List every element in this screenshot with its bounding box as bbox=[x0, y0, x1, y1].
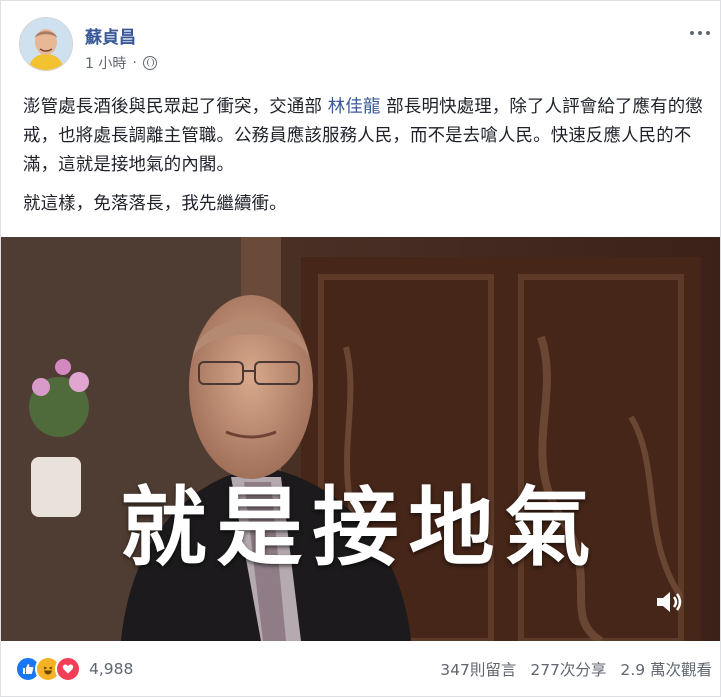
dot bbox=[706, 31, 710, 35]
meta-separator: · bbox=[132, 55, 137, 71]
author-avatar[interactable] bbox=[19, 17, 73, 71]
views-count[interactable]: 2.9 萬次觀看 bbox=[620, 658, 712, 680]
post-header: 蘇貞昌 1 小時 · bbox=[13, 11, 710, 75]
love-icon bbox=[55, 656, 81, 682]
dot bbox=[698, 31, 702, 35]
dot bbox=[690, 31, 694, 35]
paragraph-2: 就這樣，免落落長，我先繼續衝。 bbox=[23, 194, 287, 214]
speaker-icon[interactable] bbox=[652, 585, 686, 619]
video-player[interactable] bbox=[1, 237, 720, 641]
post-time[interactable]: 1 小時 bbox=[85, 53, 126, 73]
video-caption: 就是接地氣 bbox=[120, 478, 601, 578]
mention-link[interactable]: 林佳龍 bbox=[328, 97, 381, 117]
reaction-count: 4,988 bbox=[89, 660, 134, 678]
video-frame bbox=[1, 237, 720, 641]
feed-post: 蘇貞昌 1 小時 · 澎管處長酒後與民眾起了衝突，交通部 林佳龍 部長明快處理，… bbox=[0, 0, 721, 697]
post-meta: 1 小時 · bbox=[85, 53, 157, 73]
post-stats: 347則留言 277次分享 2.9 萬次觀看 bbox=[440, 658, 712, 680]
post-footer: 4,988 347則留言 277次分享 2.9 萬次觀看 bbox=[15, 649, 712, 689]
text-part: 澎管處長酒後與民眾起了衝突，交通部 bbox=[23, 97, 328, 117]
reactions-summary[interactable]: 4,988 bbox=[15, 656, 133, 682]
comments-count[interactable]: 347則留言 bbox=[440, 658, 516, 680]
paragraph-1: 澎管處長酒後與民眾起了衝突，交通部 林佳龍 部長明快處理，除了人評會給了應有的懲… bbox=[23, 93, 703, 180]
more-options-icon[interactable] bbox=[690, 31, 710, 35]
author-name[interactable]: 蘇貞昌 bbox=[85, 23, 136, 48]
post-text: 澎管處長酒後與民眾起了衝突，交通部 林佳龍 部長明快處理，除了人評會給了應有的懲… bbox=[23, 93, 703, 219]
shares-count[interactable]: 277次分享 bbox=[530, 658, 606, 680]
globe-icon[interactable] bbox=[142, 56, 157, 70]
